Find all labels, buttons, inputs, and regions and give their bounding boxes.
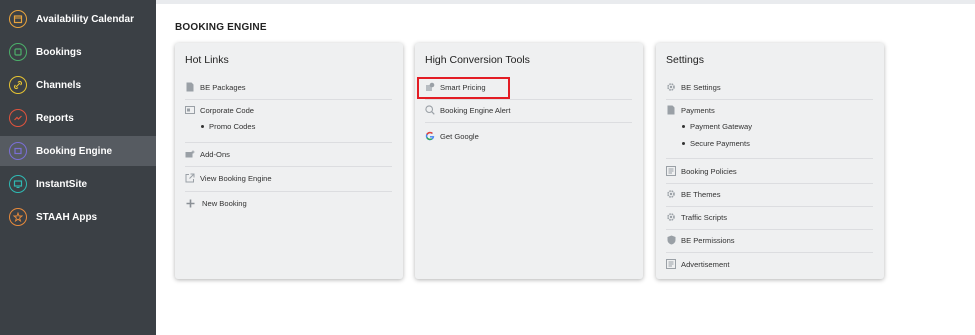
sidebar-item-bookings[interactable]: Bookings — [0, 37, 156, 67]
page-title: BOOKING ENGINE — [175, 22, 267, 33]
advertisement-icon — [666, 259, 676, 269]
hot-link-corporate-code[interactable]: Corporate Code — [185, 103, 392, 117]
hot-link-new-booking[interactable]: New Booking — [185, 196, 392, 210]
sidebar-item-reports[interactable]: Reports — [0, 103, 156, 133]
alert-search-icon — [425, 105, 435, 115]
card-title: Settings — [666, 54, 704, 66]
sidebar-item-staah-apps[interactable]: STAAH Apps — [0, 202, 156, 232]
divider — [666, 206, 873, 207]
link-label: Booking Policies — [681, 166, 737, 176]
booking-engine-icon — [9, 142, 27, 160]
tool-booking-engine-alert[interactable]: Booking Engine Alert — [425, 103, 632, 117]
bullet-dot — [682, 142, 685, 145]
sidebar: Availability Calendar Bookings Channels … — [0, 0, 156, 335]
link-label: Corporate Code — [200, 105, 255, 115]
sidebar-item-instantsite[interactable]: InstantSite — [0, 169, 156, 199]
document-icon — [185, 82, 195, 92]
divider — [425, 99, 632, 100]
plus-icon — [185, 198, 195, 208]
calendar-icon — [9, 10, 27, 28]
hot-link-be-packages[interactable]: BE Packages — [185, 80, 392, 94]
code-icon — [185, 105, 195, 115]
link-label: Promo Codes — [209, 122, 256, 131]
add-ons-icon — [185, 149, 195, 159]
divider — [666, 99, 873, 100]
setting-be-permissions[interactable]: BE Permissions — [666, 233, 873, 247]
sidebar-item-label: Availability Calendar — [36, 13, 134, 25]
sidebar-item-label: Bookings — [36, 46, 82, 58]
link-icon — [9, 76, 27, 94]
shield-icon — [666, 235, 676, 245]
setting-payment-gateway[interactable]: Payment Gateway — [682, 122, 752, 131]
hot-link-view-booking-engine[interactable]: View Booking Engine — [185, 171, 392, 185]
divider — [185, 142, 392, 143]
bookings-icon — [9, 43, 27, 61]
divider — [666, 229, 873, 230]
divider — [666, 252, 873, 253]
sidebar-item-label: Reports — [36, 112, 74, 124]
divider — [185, 166, 392, 167]
setting-be-themes[interactable]: BE Themes — [666, 187, 873, 201]
link-label: BE Permissions — [681, 235, 735, 245]
policy-icon — [666, 166, 676, 176]
divider — [425, 122, 632, 123]
setting-secure-payments[interactable]: Secure Payments — [682, 139, 750, 148]
sidebar-item-label: InstantSite — [36, 178, 88, 190]
setting-payments[interactable]: Payments — [666, 103, 873, 117]
link-label: Traffic Scripts — [681, 212, 727, 222]
gear-icon — [666, 82, 676, 92]
link-label: Add-Ons — [200, 149, 230, 159]
link-label: Booking Engine Alert — [440, 105, 511, 115]
link-label: BE Packages — [200, 82, 246, 92]
sidebar-item-label: Channels — [36, 79, 82, 91]
sidebar-item-availability-calendar[interactable]: Availability Calendar — [0, 4, 156, 34]
divider — [185, 191, 392, 192]
divider — [185, 99, 392, 100]
link-label: BE Settings — [681, 82, 721, 92]
settings-card: Settings BE Settings Payments Payment Ga… — [656, 43, 884, 279]
link-label: Payment Gateway — [690, 122, 753, 131]
apps-icon — [9, 208, 27, 226]
link-label: Payments — [681, 105, 715, 115]
hot-link-promo-codes[interactable]: Promo Codes — [201, 122, 255, 131]
tool-get-google[interactable]: Get Google — [425, 129, 632, 143]
external-link-icon — [185, 173, 195, 183]
chart-icon — [9, 109, 27, 127]
setting-advertisement[interactable]: Advertisement — [666, 257, 873, 271]
monitor-icon — [9, 175, 27, 193]
link-label: Advertisement — [681, 259, 730, 269]
gear-icon — [666, 212, 676, 222]
link-label: View Booking Engine — [200, 173, 272, 183]
card-title: Hot Links — [185, 54, 229, 66]
hot-links-card: Hot Links BE Packages Corporate Code Pro… — [175, 43, 403, 279]
divider — [666, 158, 873, 159]
sidebar-item-booking-engine[interactable]: Booking Engine — [0, 136, 156, 166]
sidebar-item-channels[interactable]: Channels — [0, 70, 156, 100]
document-icon — [666, 105, 676, 115]
setting-be-settings[interactable]: BE Settings — [666, 80, 873, 94]
google-icon — [425, 131, 435, 141]
smart-pricing-highlight — [417, 77, 510, 99]
link-label: Secure Payments — [690, 139, 750, 148]
top-strip — [156, 0, 975, 4]
link-label: Get Google — [440, 131, 479, 141]
setting-traffic-scripts[interactable]: Traffic Scripts — [666, 210, 873, 224]
link-label: New Booking — [202, 198, 247, 208]
bullet-dot — [201, 125, 204, 128]
sidebar-item-label: STAAH Apps — [36, 211, 98, 223]
gear-icon — [666, 189, 676, 199]
card-title: High Conversion Tools — [425, 54, 530, 66]
link-label: BE Themes — [681, 189, 721, 199]
setting-booking-policies[interactable]: Booking Policies — [666, 164, 873, 178]
sidebar-item-label: Booking Engine — [36, 145, 113, 157]
bullet-dot — [682, 125, 685, 128]
hot-link-add-ons[interactable]: Add-Ons — [185, 147, 392, 161]
divider — [666, 183, 873, 184]
